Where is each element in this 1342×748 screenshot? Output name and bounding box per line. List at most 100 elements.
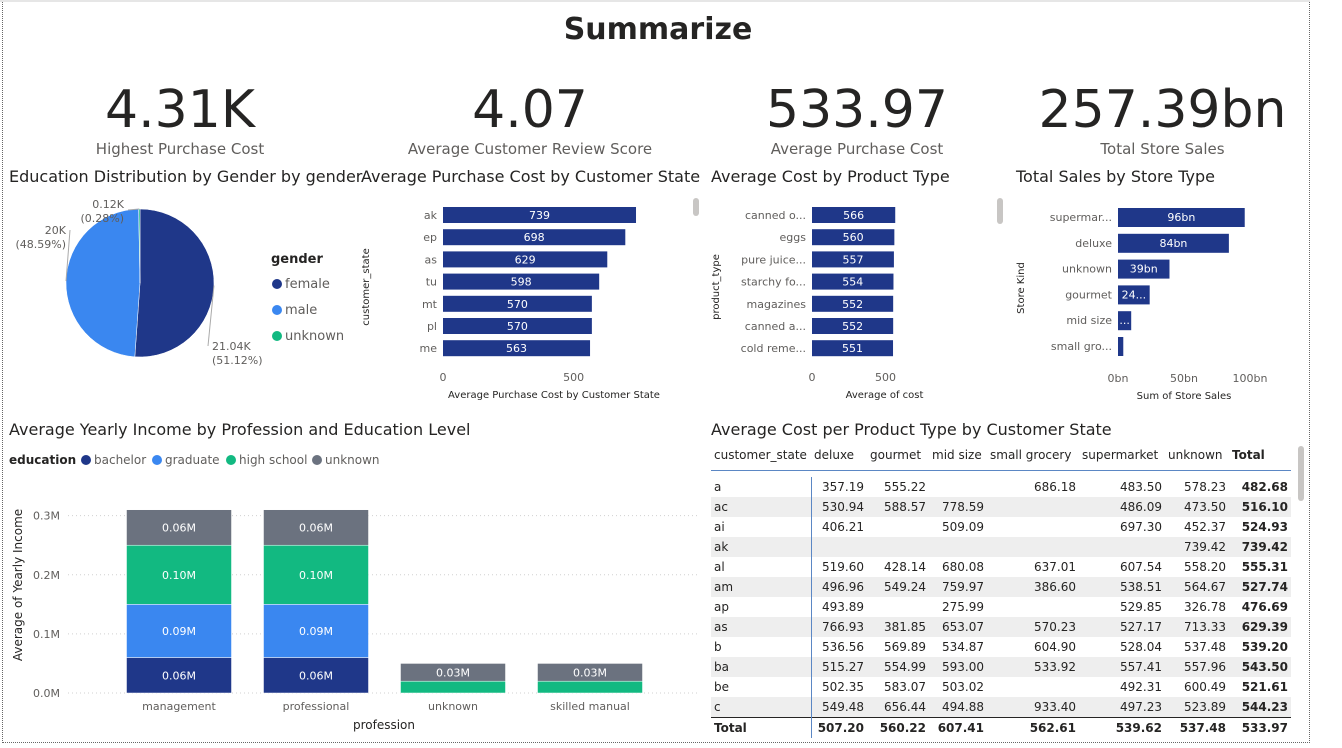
table-cell: 578.23: [1184, 480, 1226, 494]
kpi-label: Average Customer Review Score: [407, 140, 653, 158]
y-axis-title: Store Kind: [1016, 262, 1027, 314]
row-header-cell: ba: [711, 657, 812, 677]
table-cell: 570.23: [987, 617, 1079, 637]
bar-data-label: 39bn: [1130, 263, 1158, 276]
row-header-cell: c: [711, 697, 812, 718]
matrix-table[interactable]: customer_state deluxe gourmet mid size small…: [711, 440, 1291, 738]
table-row[interactable]: am 496.96 549.24 759.97 386.60 538.51 564.67 52…: [711, 577, 1291, 597]
table-row[interactable]: a 357.19 555.22 686.18 483.50 578.23 482.68: [711, 477, 1291, 497]
stacked-column-chart[interactable]: education bachelor graduate high school unkn…: [0, 440, 705, 740]
table-cell: 555.31: [1241, 560, 1288, 574]
table-row[interactable]: as 766.93 381.85 653.07 570.23 527.17 713.33 62…: [711, 617, 1291, 637]
bar-data-label: 0.03M: [436, 666, 470, 679]
y-axis-title: product_type: [711, 254, 722, 320]
bar-chart-product-type[interactable]: canned o... 566 eggs 560 pure juice... 557 sta…: [705, 195, 1005, 405]
bar-category-label: ep: [423, 231, 437, 244]
column-header[interactable]: mid size: [929, 440, 987, 471]
x-tick-label: 0: [809, 371, 816, 384]
row-header-cell: a: [711, 477, 812, 497]
bar1-scrollbar[interactable]: [693, 198, 699, 216]
y-axis-title: customer_state: [361, 248, 372, 325]
bar-category-label: pure juice...: [741, 253, 806, 266]
bar-data-label: 570: [507, 320, 528, 333]
bar2-scrollbar[interactable]: [997, 198, 1003, 224]
kpi-card-total-store-sales[interactable]: 257.39bn Total Store Sales: [1020, 80, 1305, 158]
x-tick-label: management: [142, 700, 216, 713]
column-header[interactable]: customer_state: [711, 440, 811, 471]
table-row[interactable]: c 549.48 656.44 494.88 933.40 497.23 523.89 544…: [711, 697, 1291, 718]
bar-data-label: ...: [1119, 314, 1130, 327]
table-cell: 629.39: [1229, 617, 1291, 637]
bar-data-label: 96bn: [1167, 211, 1195, 224]
bar-category-label: supermar...: [1050, 211, 1112, 224]
x-tick-label: professional: [283, 700, 350, 713]
table-cell: [1079, 537, 1165, 557]
column-header[interactable]: gourmet: [867, 440, 929, 471]
table-cell: 537.48: [1184, 640, 1226, 654]
bar-chart-store-type[interactable]: supermar... 96bn deluxe 84bn unknown 39bn gour…: [1010, 195, 1310, 405]
row-header-cell: al: [711, 557, 812, 577]
pie-slice-female: [134, 208, 215, 358]
table-cell: 502.35: [822, 680, 864, 694]
table-cell: 533.92: [987, 657, 1079, 677]
column-header[interactable]: unknown: [1165, 440, 1229, 471]
table-cell: 583.07: [884, 680, 926, 694]
total-cell: Total: [711, 717, 812, 738]
table-row[interactable]: ap 493.89 275.99 529.85 326.78 476.69: [711, 597, 1291, 617]
column-header[interactable]: small grocery: [987, 440, 1079, 471]
x-axis-title: Average of cost: [846, 390, 924, 401]
pie-chart[interactable]: 21.04K(51.12%) 20K(48.59%) 0.12K(0.28%) gen…: [0, 188, 355, 388]
table-cell: 428.14: [884, 560, 926, 574]
bar-category-label: cold reme...: [741, 342, 806, 355]
bar-chart-state-title: Average Purchase Cost by Customer State: [361, 167, 701, 186]
table-cell: [987, 497, 1079, 517]
column-header[interactable]: Total: [1229, 440, 1291, 471]
table-row[interactable]: ak 739.42 739.42: [711, 537, 1291, 557]
table-cell: 637.01: [1034, 560, 1076, 574]
table-cell: 555.22: [884, 480, 926, 494]
table-cell: 538.51: [1079, 577, 1165, 597]
kpi-card-highest-purchase-cost[interactable]: 4.31K Highest Purchase Cost: [40, 80, 320, 158]
bar-category-label: gourmet: [1065, 288, 1112, 301]
legend-title: education: [9, 453, 76, 467]
legend-label: female: [285, 277, 330, 292]
column-header[interactable]: deluxe: [811, 440, 867, 471]
x-tick-label: 0: [440, 371, 447, 384]
bar-data-label: 0.06M: [299, 669, 333, 682]
legend-marker: [272, 305, 282, 315]
pie-data-pct: (51.12%): [212, 354, 263, 367]
kpi-card-average-purchase-cost[interactable]: 533.97 Average Purchase Cost: [717, 80, 997, 158]
stacked-bar-segment: [537, 680, 643, 694]
table-cell: 530.94: [811, 497, 867, 517]
table-row[interactable]: be 502.35 583.07 503.02 492.31 600.49 521.61: [711, 677, 1291, 697]
bar-chart-store-title: Total Sales by Store Type: [1016, 167, 1215, 186]
bar-data-label: 0.09M: [299, 625, 333, 638]
table-row[interactable]: b 536.56 569.89 534.87 604.90 528.04 537.48 539…: [711, 637, 1291, 657]
column-header[interactable]: supermarket: [1079, 440, 1165, 471]
table-cell: 554.99: [867, 657, 929, 677]
table-scrollbar[interactable]: [1298, 446, 1304, 501]
pie-data-pct: (48.59%): [15, 238, 66, 251]
bar-chart-customer-state[interactable]: ak 739 ep 698 as 629 tu 598 mt 570 pl 570 me 563 0 500 A…: [355, 195, 705, 405]
bar-data-label: 560: [843, 231, 864, 244]
table-cell: 536.56: [822, 640, 864, 654]
row-header-cell: ac: [711, 497, 812, 517]
kpi-card-average-review-score[interactable]: 4.07 Average Customer Review Score: [390, 80, 670, 158]
bar-data-label: 566: [843, 209, 864, 222]
bar-data-label: 0.09M: [162, 625, 196, 638]
table-cell: 527.74: [1229, 577, 1291, 597]
pie-data-label: 21.04K: [212, 340, 251, 353]
bar-data-label: 552: [842, 320, 863, 333]
bar-category-label: canned a...: [745, 320, 806, 333]
table-cell: 766.93: [811, 617, 867, 637]
bar-category-label: small gro...: [1051, 340, 1112, 353]
table-cell: 503.02: [942, 680, 984, 694]
pie-data-label: 20K: [45, 224, 67, 237]
table-row[interactable]: ai 406.21 509.09 697.30 452.37 524.93: [711, 517, 1291, 537]
table-row[interactable]: al 519.60 428.14 680.08 637.01 607.54 558.20 55…: [711, 557, 1291, 577]
table-row[interactable]: ac 530.94 588.57 778.59 486.09 473.50 516.10: [711, 497, 1291, 517]
bar-data-label: 0.03M: [573, 666, 607, 679]
table-cell: 539.20: [1241, 640, 1288, 654]
table-row[interactable]: ba 515.27 554.99 593.00 533.92 557.41 557.96 54…: [711, 657, 1291, 677]
table-cell: 549.24: [867, 577, 929, 597]
